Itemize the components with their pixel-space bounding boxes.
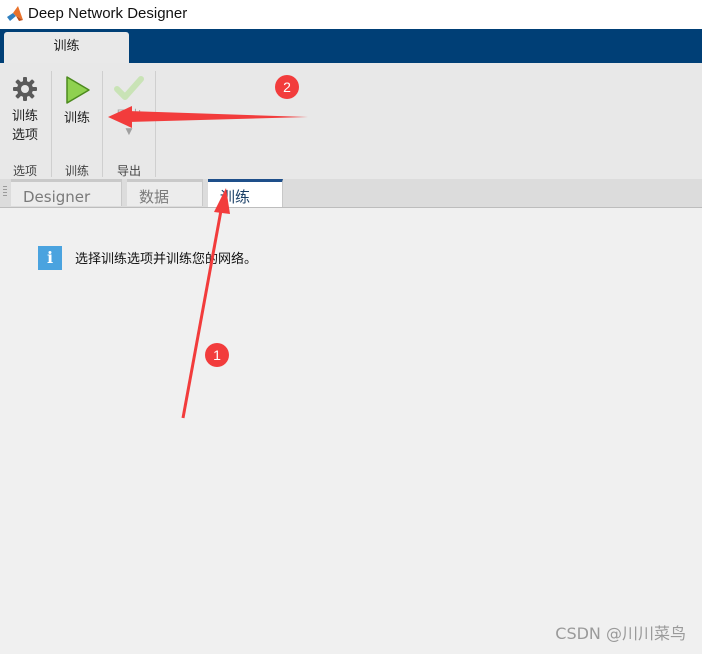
ribbon-tab-strip: 训练 bbox=[0, 29, 702, 63]
matlab-logo-icon bbox=[7, 6, 23, 21]
ribbon-tab-train[interactable]: 训练 bbox=[4, 32, 129, 63]
tab-designer[interactable]: Designer bbox=[11, 179, 122, 206]
info-icon: i bbox=[38, 246, 62, 270]
play-icon bbox=[66, 76, 90, 104]
train-button[interactable]: 训练 bbox=[56, 75, 98, 128]
group-options: 训练 选项 选项 bbox=[0, 63, 50, 179]
train-button-label: 训练 bbox=[63, 111, 90, 126]
training-panel: i 选择训练选项并训练您的网络。 bbox=[0, 208, 702, 654]
title-bar: Deep Network Designer bbox=[0, 0, 702, 29]
ribbon-toolstrip: 训练 选项 选项 训练 训练 导出 ▼ 导出 bbox=[0, 63, 702, 180]
tab-data[interactable]: 数据 bbox=[127, 179, 203, 206]
group-label-train: 训练 bbox=[64, 164, 89, 178]
info-message: 选择训练选项并训练您的网络。 bbox=[75, 252, 258, 267]
training-options-button[interactable]: 训练 选项 bbox=[4, 75, 46, 145]
chevron-down-icon: ▼ bbox=[125, 127, 133, 137]
annotation-badge-1: 1 bbox=[205, 343, 229, 367]
watermark: CSDN @川川菜鸟 bbox=[555, 624, 686, 643]
training-options-label-line1: 训练 bbox=[11, 109, 38, 124]
group-divider bbox=[155, 71, 156, 177]
document-tab-bar: Designer 数据 训练 bbox=[0, 179, 702, 208]
annotation-badge-2: 2 bbox=[275, 75, 299, 99]
training-options-label-line2: 选项 bbox=[11, 128, 38, 143]
tab-training[interactable]: 训练 bbox=[208, 179, 283, 207]
export-button-label: 导出 bbox=[115, 109, 142, 124]
group-train: 训练 训练 bbox=[52, 63, 102, 179]
checkmark-icon bbox=[114, 76, 144, 100]
window-title: Deep Network Designer bbox=[28, 5, 188, 22]
export-button[interactable]: 导出 ▼ bbox=[108, 75, 150, 138]
group-label-export: 导出 bbox=[116, 164, 141, 178]
gear-icon bbox=[13, 77, 37, 101]
group-export: 导出 ▼ 导出 bbox=[103, 63, 155, 179]
group-label-options: 选项 bbox=[12, 164, 37, 178]
drag-grip-icon[interactable] bbox=[3, 186, 7, 198]
